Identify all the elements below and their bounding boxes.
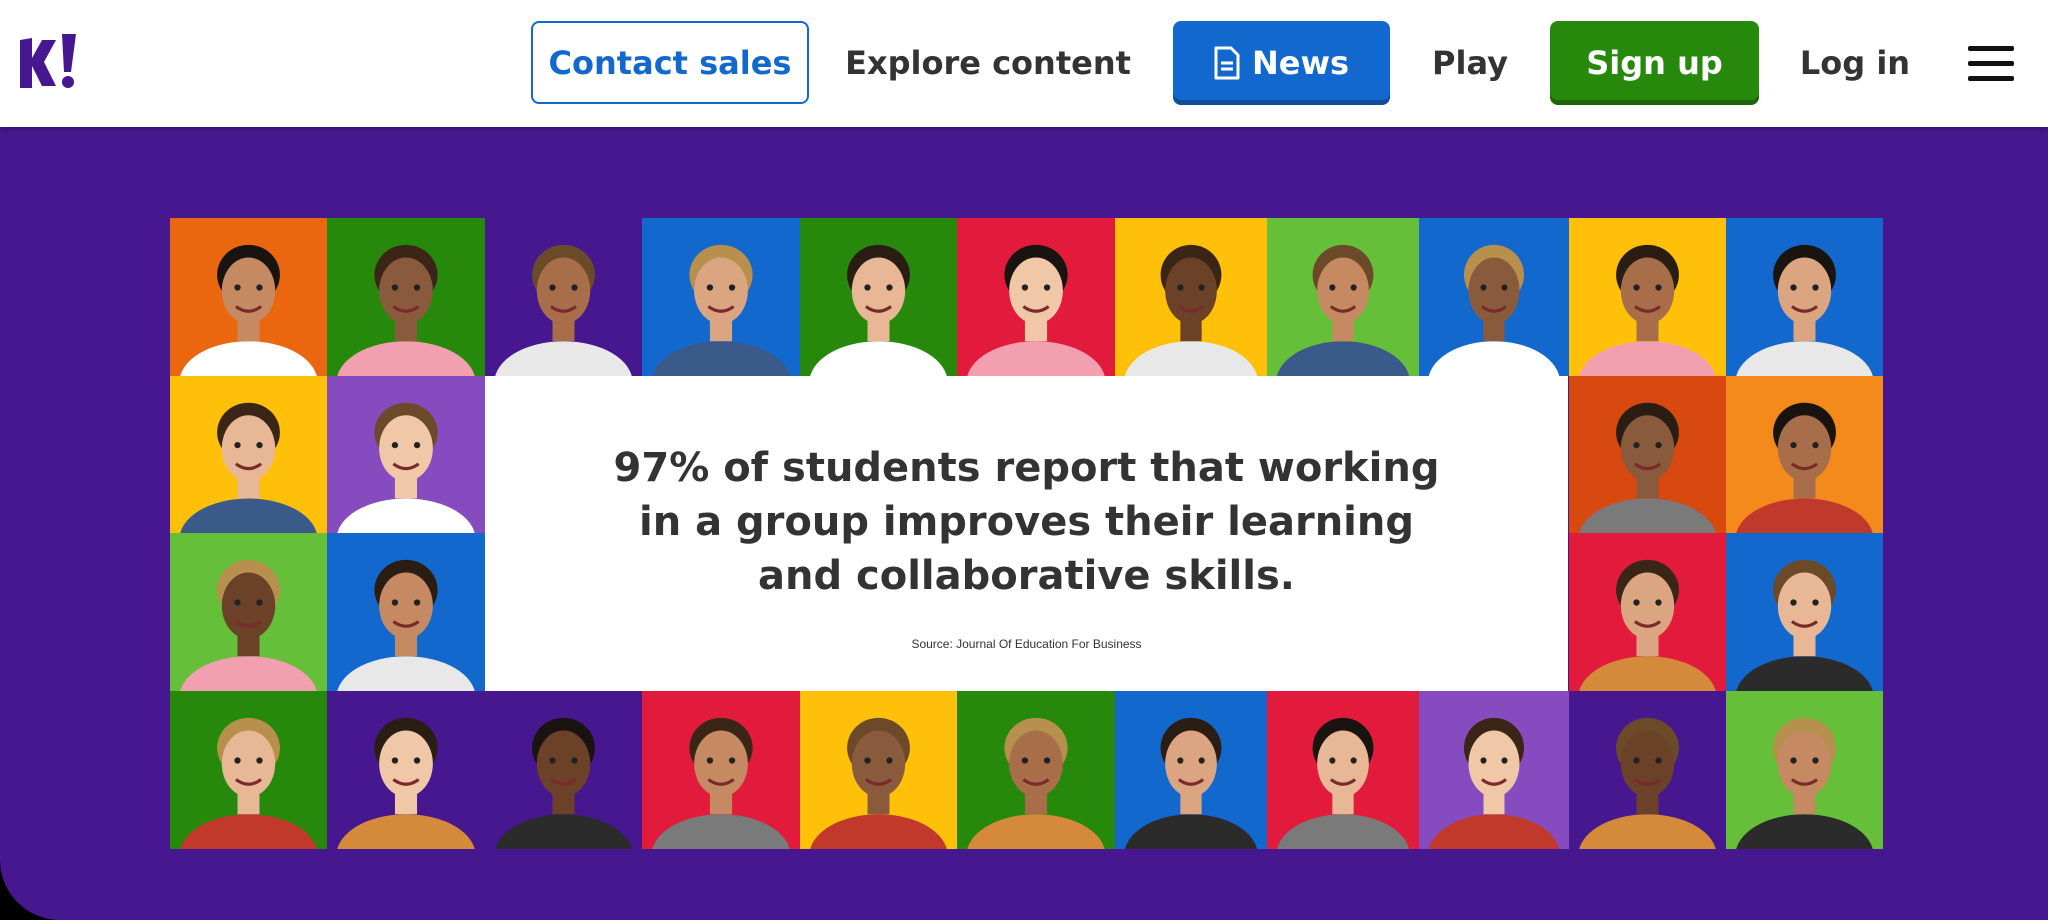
statistic-source: Source: Journal Of Education For Busines… (911, 636, 1142, 651)
statistic-quote: 97% of students report that working in a… (613, 444, 1440, 599)
student-photo-tile (1726, 533, 1883, 691)
student-photo-tile (1115, 218, 1267, 376)
student-photo-tile (170, 218, 327, 376)
student-photo-tile (1569, 691, 1726, 849)
student-photo-tile (957, 691, 1115, 849)
student-photo-tile (327, 376, 485, 533)
student-photo-tile (485, 691, 642, 849)
student-photo-tile (485, 218, 642, 376)
student-photo-tile (1267, 691, 1419, 849)
student-photo-tile (957, 218, 1115, 376)
student-photo-tile (1726, 691, 1883, 849)
news-label: News (1251, 44, 1350, 82)
student-photo-tile (327, 218, 485, 376)
student-photo-collage: 97% of students report that working in a… (170, 218, 1883, 849)
student-photo-tile (327, 691, 485, 849)
play-link[interactable]: Play (1418, 21, 1522, 104)
document-icon (1214, 46, 1240, 80)
statistic-card: 97% of students report that working in a… (485, 376, 1568, 691)
student-photo-tile (1726, 376, 1883, 533)
student-photo-tile (800, 218, 957, 376)
hamburger-menu-icon[interactable] (1968, 46, 2018, 82)
contact-sales-button[interactable]: Contact sales (531, 21, 809, 104)
student-photo-tile (1726, 218, 1883, 376)
log-in-link[interactable]: Log in (1786, 21, 1924, 104)
student-photo-tile (1115, 691, 1267, 849)
student-photo-tile (800, 691, 957, 849)
student-photo-tile (1569, 533, 1726, 691)
student-photo-tile (642, 218, 800, 376)
page: Contact sales Explore content News Play … (0, 0, 2048, 920)
student-photo-tile (1569, 218, 1726, 376)
kahoot-logo-icon[interactable] (18, 32, 80, 92)
student-photo-tile (1267, 218, 1419, 376)
student-photo-tile (170, 691, 327, 849)
student-photo-tile (1419, 691, 1569, 849)
explore-content-link[interactable]: Explore content (838, 21, 1138, 104)
sign-up-button[interactable]: Sign up (1550, 21, 1759, 105)
student-photo-tile (1569, 376, 1726, 533)
student-photo-tile (170, 376, 327, 533)
student-photo-tile (1419, 218, 1569, 376)
top-navigation-bar: Contact sales Explore content News Play … (0, 0, 2048, 127)
student-photo-tile (642, 691, 800, 849)
student-photo-tile (327, 533, 485, 691)
news-button[interactable]: News (1173, 21, 1390, 105)
student-photo-tile (170, 533, 327, 691)
